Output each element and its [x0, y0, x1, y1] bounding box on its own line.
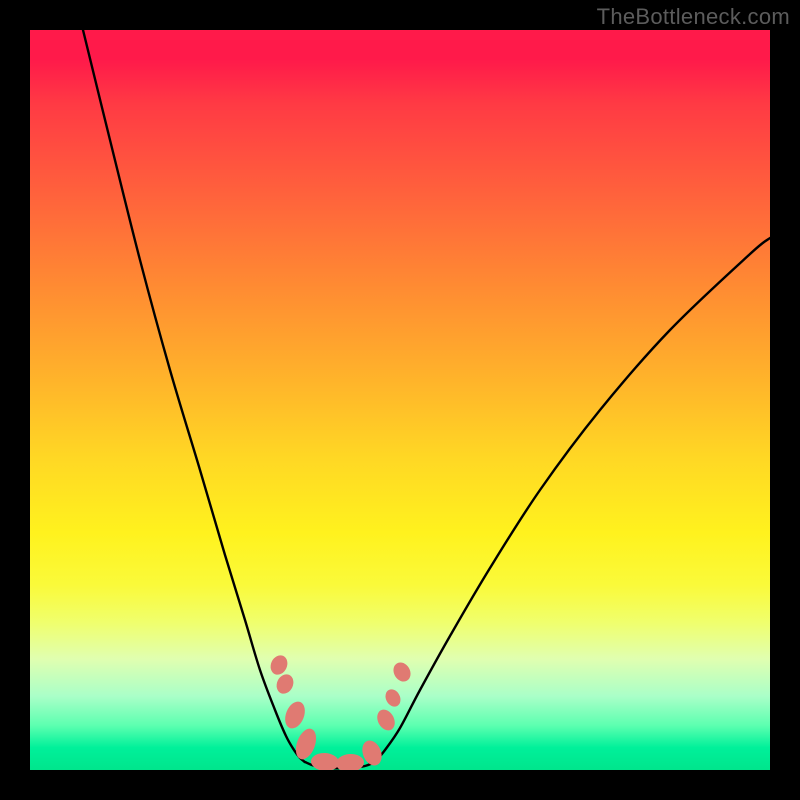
gradient-plot-area	[30, 30, 770, 770]
bottleneck-curve-path	[83, 30, 770, 768]
threshold-marker	[281, 699, 308, 732]
threshold-marker	[374, 707, 398, 734]
threshold-markers	[268, 653, 414, 770]
threshold-marker	[390, 659, 414, 684]
threshold-marker	[274, 672, 297, 697]
threshold-marker	[310, 752, 339, 770]
threshold-marker	[335, 753, 364, 770]
threshold-marker	[268, 653, 291, 678]
watermark-text: TheBottleneck.com	[597, 4, 790, 30]
curve-layer	[30, 30, 770, 770]
chart-frame: TheBottleneck.com	[0, 0, 800, 800]
threshold-marker	[383, 687, 404, 709]
bottleneck-curve	[83, 30, 770, 768]
